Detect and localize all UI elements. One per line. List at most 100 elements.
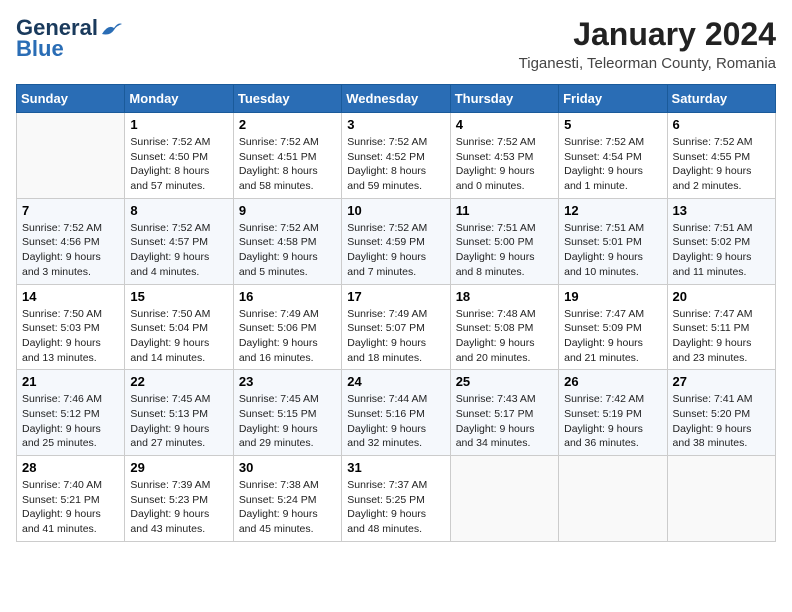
day-number: 7 [22, 203, 119, 218]
calendar-week-row: 7 Sunrise: 7:52 AM Sunset: 4:56 PM Daylig… [17, 198, 776, 284]
day-info: Sunrise: 7:49 AM Sunset: 5:07 PM Dayligh… [347, 307, 444, 366]
calendar-cell [17, 113, 125, 199]
day-number: 23 [239, 374, 336, 389]
day-info: Sunrise: 7:39 AM Sunset: 5:23 PM Dayligh… [130, 478, 227, 537]
calendar-body: 1 Sunrise: 7:52 AM Sunset: 4:50 PM Daylig… [17, 113, 776, 542]
day-info: Sunrise: 7:49 AM Sunset: 5:06 PM Dayligh… [239, 307, 336, 366]
day-number: 21 [22, 374, 119, 389]
location: Tiganesti, Teleorman County, Romania [519, 55, 776, 72]
calendar-cell: 18 Sunrise: 7:48 AM Sunset: 5:08 PM Dayli… [450, 284, 558, 370]
calendar-week-row: 1 Sunrise: 7:52 AM Sunset: 4:50 PM Daylig… [17, 113, 776, 199]
day-number: 22 [130, 374, 227, 389]
calendar-cell: 31Sunrise: 7:37 AM Sunset: 5:25 PM Dayli… [342, 456, 450, 542]
day-number: 8 [130, 203, 227, 218]
calendar-cell: 30Sunrise: 7:38 AM Sunset: 5:24 PM Dayli… [233, 456, 341, 542]
weekday-header-sunday: Sunday [17, 85, 125, 113]
calendar-cell: 1 Sunrise: 7:52 AM Sunset: 4:50 PM Daylig… [125, 113, 233, 199]
day-number: 19 [564, 289, 661, 304]
day-number: 13 [673, 203, 770, 218]
day-info: Sunrise: 7:52 AM Sunset: 4:50 PM Dayligh… [130, 135, 227, 194]
logo-blue: Blue [16, 36, 64, 62]
day-number: 17 [347, 289, 444, 304]
logo-bird-icon [100, 20, 122, 38]
title-section: January 2024 Tiganesti, Teleorman County… [519, 16, 776, 72]
calendar-cell: 14Sunrise: 7:50 AM Sunset: 5:03 PM Dayli… [17, 284, 125, 370]
day-info: Sunrise: 7:51 AM Sunset: 5:00 PM Dayligh… [456, 221, 553, 280]
day-info: Sunrise: 7:52 AM Sunset: 4:54 PM Dayligh… [564, 135, 661, 194]
day-number: 9 [239, 203, 336, 218]
calendar-week-row: 14Sunrise: 7:50 AM Sunset: 5:03 PM Dayli… [17, 284, 776, 370]
day-info: Sunrise: 7:45 AM Sunset: 5:13 PM Dayligh… [130, 392, 227, 451]
day-info: Sunrise: 7:40 AM Sunset: 5:21 PM Dayligh… [22, 478, 119, 537]
day-info: Sunrise: 7:50 AM Sunset: 5:03 PM Dayligh… [22, 307, 119, 366]
day-number: 3 [347, 117, 444, 132]
page-header: General Blue January 2024 Tiganesti, Tel… [16, 16, 776, 72]
day-number: 16 [239, 289, 336, 304]
day-number: 28 [22, 460, 119, 475]
calendar-cell: 15 Sunrise: 7:50 AM Sunset: 5:04 PM Dayli… [125, 284, 233, 370]
calendar-cell: 2Sunrise: 7:52 AM Sunset: 4:51 PM Daylig… [233, 113, 341, 199]
day-number: 29 [130, 460, 227, 475]
calendar-cell [450, 456, 558, 542]
month-title: January 2024 [519, 16, 776, 53]
calendar-cell: 8 Sunrise: 7:52 AM Sunset: 4:57 PM Daylig… [125, 198, 233, 284]
day-number: 11 [456, 203, 553, 218]
calendar-cell: 10 Sunrise: 7:52 AM Sunset: 4:59 PM Dayli… [342, 198, 450, 284]
calendar-week-row: 21 Sunrise: 7:46 AM Sunset: 5:12 PM Dayli… [17, 370, 776, 456]
day-info: Sunrise: 7:52 AM Sunset: 4:56 PM Dayligh… [22, 221, 119, 280]
calendar-cell: 19 Sunrise: 7:47 AM Sunset: 5:09 PM Dayli… [559, 284, 667, 370]
day-info: Sunrise: 7:51 AM Sunset: 5:01 PM Dayligh… [564, 221, 661, 280]
calendar-cell: 24Sunrise: 7:44 AM Sunset: 5:16 PM Dayli… [342, 370, 450, 456]
day-info: Sunrise: 7:43 AM Sunset: 5:17 PM Dayligh… [456, 392, 553, 451]
calendar-table: SundayMondayTuesdayWednesdayThursdayFrid… [16, 84, 776, 542]
day-number: 10 [347, 203, 444, 218]
day-number: 18 [456, 289, 553, 304]
day-info: Sunrise: 7:45 AM Sunset: 5:15 PM Dayligh… [239, 392, 336, 451]
day-number: 12 [564, 203, 661, 218]
weekday-header-friday: Friday [559, 85, 667, 113]
calendar-cell: 4Sunrise: 7:52 AM Sunset: 4:53 PM Daylig… [450, 113, 558, 199]
calendar-cell: 13Sunrise: 7:51 AM Sunset: 5:02 PM Dayli… [667, 198, 775, 284]
day-info: Sunrise: 7:52 AM Sunset: 4:59 PM Dayligh… [347, 221, 444, 280]
calendar-cell: 20Sunrise: 7:47 AM Sunset: 5:11 PM Dayli… [667, 284, 775, 370]
day-info: Sunrise: 7:52 AM Sunset: 4:53 PM Dayligh… [456, 135, 553, 194]
day-info: Sunrise: 7:52 AM Sunset: 4:57 PM Dayligh… [130, 221, 227, 280]
calendar-cell: 29 Sunrise: 7:39 AM Sunset: 5:23 PM Dayli… [125, 456, 233, 542]
day-number: 15 [130, 289, 227, 304]
day-info: Sunrise: 7:47 AM Sunset: 5:09 PM Dayligh… [564, 307, 661, 366]
weekday-header-wednesday: Wednesday [342, 85, 450, 113]
calendar-cell: 28 Sunrise: 7:40 AM Sunset: 5:21 PM Dayli… [17, 456, 125, 542]
day-info: Sunrise: 7:42 AM Sunset: 5:19 PM Dayligh… [564, 392, 661, 451]
weekday-header-row: SundayMondayTuesdayWednesdayThursdayFrid… [17, 85, 776, 113]
calendar-cell [667, 456, 775, 542]
calendar-cell: 11 Sunrise: 7:51 AM Sunset: 5:00 PM Dayli… [450, 198, 558, 284]
day-info: Sunrise: 7:52 AM Sunset: 4:55 PM Dayligh… [673, 135, 770, 194]
calendar-cell: 23 Sunrise: 7:45 AM Sunset: 5:15 PM Dayli… [233, 370, 341, 456]
calendar-cell: 26 Sunrise: 7:42 AM Sunset: 5:19 PM Dayli… [559, 370, 667, 456]
day-number: 1 [130, 117, 227, 132]
calendar-cell: 16 Sunrise: 7:49 AM Sunset: 5:06 PM Dayli… [233, 284, 341, 370]
day-info: Sunrise: 7:50 AM Sunset: 5:04 PM Dayligh… [130, 307, 227, 366]
day-info: Sunrise: 7:46 AM Sunset: 5:12 PM Dayligh… [22, 392, 119, 451]
weekday-header-monday: Monday [125, 85, 233, 113]
day-info: Sunrise: 7:48 AM Sunset: 5:08 PM Dayligh… [456, 307, 553, 366]
weekday-header-tuesday: Tuesday [233, 85, 341, 113]
calendar-cell: 7 Sunrise: 7:52 AM Sunset: 4:56 PM Daylig… [17, 198, 125, 284]
day-number: 20 [673, 289, 770, 304]
calendar-cell: 21 Sunrise: 7:46 AM Sunset: 5:12 PM Dayli… [17, 370, 125, 456]
day-number: 26 [564, 374, 661, 389]
calendar-cell: 25 Sunrise: 7:43 AM Sunset: 5:17 PM Dayli… [450, 370, 558, 456]
calendar-cell: 27Sunrise: 7:41 AM Sunset: 5:20 PM Dayli… [667, 370, 775, 456]
weekday-header-thursday: Thursday [450, 85, 558, 113]
calendar-cell: 17 Sunrise: 7:49 AM Sunset: 5:07 PM Dayli… [342, 284, 450, 370]
day-number: 30 [239, 460, 336, 475]
calendar-cell: 5Sunrise: 7:52 AM Sunset: 4:54 PM Daylig… [559, 113, 667, 199]
day-info: Sunrise: 7:52 AM Sunset: 4:52 PM Dayligh… [347, 135, 444, 194]
calendar-header: SundayMondayTuesdayWednesdayThursdayFrid… [17, 85, 776, 113]
day-number: 31 [347, 460, 444, 475]
day-number: 24 [347, 374, 444, 389]
day-number: 25 [456, 374, 553, 389]
calendar-cell: 22 Sunrise: 7:45 AM Sunset: 5:13 PM Dayli… [125, 370, 233, 456]
calendar-cell [559, 456, 667, 542]
day-number: 2 [239, 117, 336, 132]
